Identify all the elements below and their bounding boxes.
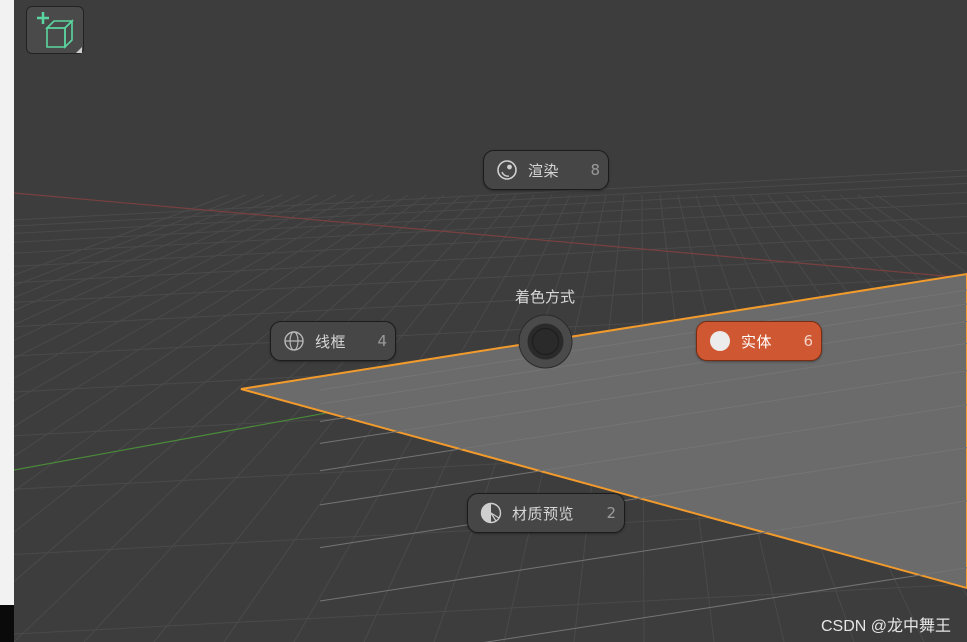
wireframe-shortcut: 4: [377, 332, 387, 350]
shading-wireframe-button[interactable]: 线框 4: [270, 321, 396, 361]
material-preview-icon: [480, 502, 502, 524]
wireframe-label: 线框: [315, 332, 347, 351]
solid-circle-icon: [709, 330, 731, 352]
viewport-scene: [14, 169, 967, 642]
solid-shortcut: 6: [803, 332, 813, 350]
add-object-button[interactable]: [26, 6, 84, 54]
render-shortcut: 8: [590, 161, 600, 179]
material-preview-label: 材质预览: [512, 504, 575, 523]
window-corner: [0, 605, 14, 642]
material-preview-shortcut: 2: [606, 504, 616, 522]
shading-material-preview-button[interactable]: 材质预览 2: [467, 493, 625, 533]
3d-viewport[interactable]: [14, 0, 967, 642]
pie-menu-title: 着色方式: [514, 288, 575, 306]
watermark-text: CSDN @龙中舞王: [820, 618, 951, 635]
shading-solid-button[interactable]: 实体 6: [696, 321, 822, 361]
window-left-edge: [0, 0, 14, 605]
solid-label: 实体: [741, 332, 773, 351]
render-sphere-icon: [496, 159, 518, 181]
wireframe-globe-icon: [283, 330, 305, 352]
add-cube-icon: [37, 12, 82, 53]
shading-render-button[interactable]: 渲染 8: [483, 150, 609, 190]
render-label: 渲染: [528, 161, 560, 180]
pie-center-indicator: [518, 314, 573, 369]
